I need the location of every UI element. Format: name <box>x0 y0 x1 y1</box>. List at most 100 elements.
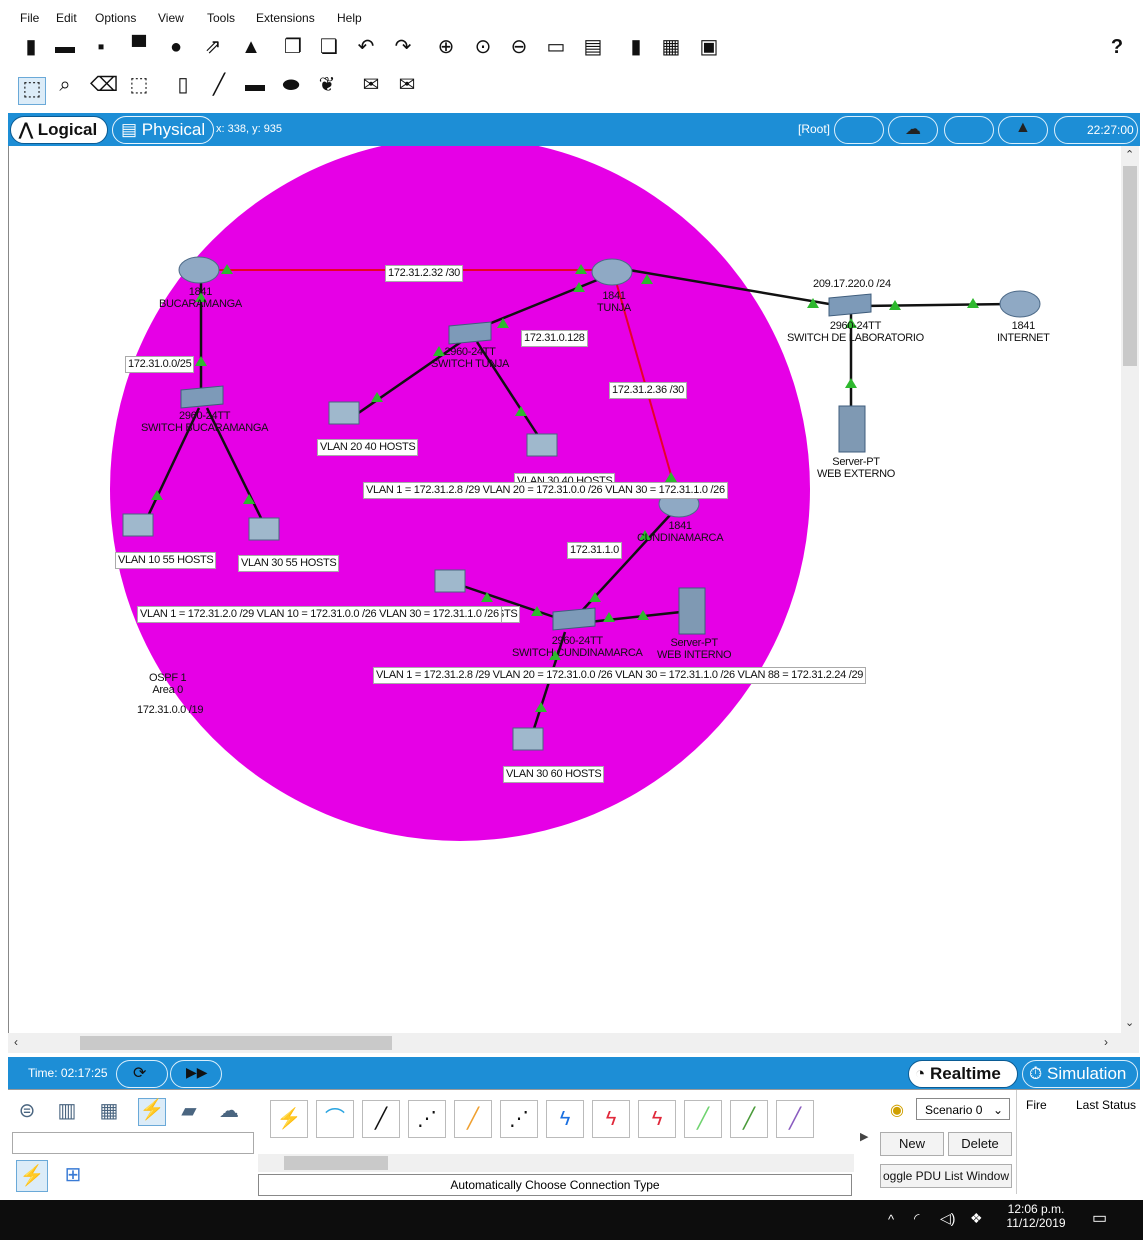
undo-icon[interactable]: ↶ <box>355 36 377 58</box>
resize-icon[interactable]: ⬚ <box>128 74 150 96</box>
delete-scenario-button[interactable]: Delete <box>948 1132 1012 1156</box>
copy-icon[interactable]: ❐ <box>282 36 304 58</box>
delete-icon[interactable]: ⌫ <box>90 74 118 96</box>
info-icon[interactable]: ● <box>165 36 187 58</box>
menu-extensions[interactable]: Extensions <box>256 11 315 25</box>
logical-workspace-canvas[interactable]: 1841 BUCARAMANGA 1841 TUNJA 1841 CUNDINA… <box>8 146 1122 1033</box>
pc-v10-buc-icon[interactable] <box>122 513 154 537</box>
server-interno-icon[interactable] <box>678 587 706 635</box>
zoom-reset-icon[interactable]: ⊙ <box>472 36 494 58</box>
switch-tunja-icon[interactable] <box>448 321 492 345</box>
switch-cundinamarca-icon[interactable] <box>552 607 596 631</box>
auto-connection-icon[interactable]: ⚡ <box>270 1100 308 1138</box>
draw-rectangle-icon[interactable]: ▬ <box>244 74 266 96</box>
connections-category-icon[interactable]: ⚡ <box>138 1098 166 1126</box>
screenshot-icon[interactable]: ▣ <box>698 36 720 58</box>
toggle-pdu-list-button[interactable]: oggle PDU List Window <box>880 1164 1012 1188</box>
pc-v30-buc-icon[interactable] <box>248 517 280 541</box>
vertical-scrollbar[interactable]: ⌃ ⌄ <box>1121 146 1139 1033</box>
zoom-out-icon[interactable]: ⊖ <box>508 36 530 58</box>
switch-laboratorio-icon[interactable] <box>828 293 872 317</box>
menu-tools[interactable]: Tools <box>207 11 235 25</box>
router-tunja-icon[interactable] <box>591 258 633 286</box>
connections-subcategory-icon[interactable]: ⚡ <box>16 1160 48 1192</box>
console-cable-icon[interactable]: ⌒ <box>316 1100 354 1138</box>
pc-v30-cun-icon[interactable] <box>512 727 544 751</box>
realtime-tab[interactable]: ◔ Realtime <box>908 1060 1018 1088</box>
draw-ellipse-icon[interactable]: ⬬ <box>280 74 302 96</box>
scroll-left-icon[interactable]: ‹ <box>14 1035 18 1049</box>
cluster-button[interactable]: ☁ <box>888 116 938 144</box>
select-icon[interactable]: ⬚ <box>18 77 46 105</box>
freeform-icon[interactable]: ❦ <box>316 74 338 96</box>
fast-forward-button[interactable]: ▶▶ <box>170 1060 222 1088</box>
scroll-down-icon[interactable]: ⌄ <box>1125 1016 1134 1029</box>
menu-file[interactable]: File <box>20 11 39 25</box>
tab-logical[interactable]: ⋀ Logical <box>10 116 108 144</box>
hubs-category-icon[interactable]: ▦ <box>98 1100 120 1122</box>
simple-pdu-icon[interactable]: ✉ <box>360 74 382 96</box>
help-icon[interactable]: ? <box>1106 36 1128 58</box>
complex-pdu-icon[interactable]: ✉ <box>396 74 418 96</box>
menu-edit[interactable]: Edit <box>56 11 77 25</box>
expand-arrow-icon[interactable]: ▶ <box>860 1130 868 1143</box>
custom-device-icon[interactable]: ▤ <box>582 36 604 58</box>
open-folder-icon[interactable]: ▬ <box>54 36 76 58</box>
save-icon[interactable]: ▪ <box>90 36 112 58</box>
simulation-tab[interactable]: ⏱ Simulation <box>1022 1060 1138 1088</box>
server-externo-icon[interactable] <box>838 405 866 453</box>
background-button[interactable]: ▲ <box>998 116 1048 144</box>
new-scenario-button[interactable]: New <box>880 1132 944 1156</box>
switches-category-icon[interactable]: ▥ <box>56 1100 78 1122</box>
drawing-palette-icon[interactable]: ▭ <box>545 36 567 58</box>
print-icon[interactable]: ▀ <box>128 36 150 58</box>
show-hidden-icons-icon[interactable]: ^ <box>888 1212 894 1227</box>
paste-icon[interactable]: ❏ <box>318 36 340 58</box>
zoom-in-icon[interactable]: ⊕ <box>435 36 457 58</box>
viewport-clock-button[interactable]: 22:27:00 <box>1054 116 1138 144</box>
category-search-field[interactable] <box>12 1132 254 1154</box>
phone-cable-icon[interactable]: ⋰ <box>500 1100 538 1138</box>
fiber-icon[interactable]: ╱ <box>454 1100 492 1138</box>
octal-cable-icon[interactable]: ╱ <box>684 1100 722 1138</box>
wifi-icon[interactable]: ◜ <box>914 1210 919 1227</box>
pc-v20-cun-icon[interactable] <box>434 569 466 593</box>
pc-v30-tun-icon[interactable] <box>526 433 558 457</box>
redo-icon[interactable]: ↷ <box>392 36 414 58</box>
vertical-scroll-thumb[interactable] <box>1123 166 1137 366</box>
network-info-icon[interactable]: ▲ <box>240 36 262 58</box>
connections-scrollbar[interactable] <box>258 1154 854 1172</box>
inspect-icon[interactable]: ⌕ <box>54 74 76 96</box>
wan-emulation-category-icon[interactable]: ☁ <box>218 1100 240 1122</box>
horizontal-scroll-thumb[interactable] <box>80 1036 392 1050</box>
place-note-icon[interactable]: ▯ <box>172 74 194 96</box>
dropbox-icon[interactable]: ❖ <box>970 1210 983 1227</box>
back-button[interactable] <box>834 116 884 144</box>
scroll-up-icon[interactable]: ⌃ <box>1125 148 1134 161</box>
scenario-select[interactable]: Scenario 0 ⌄ <box>916 1098 1010 1120</box>
serial-dte-icon[interactable]: ϟ <box>638 1100 676 1138</box>
power-cycle-button[interactable]: ⟳ <box>116 1060 168 1088</box>
activity-wizard-icon[interactable]: ⇗ <box>202 36 224 58</box>
crossover-icon[interactable]: ⋰ <box>408 1100 446 1138</box>
root-label[interactable]: [Root] <box>798 122 830 136</box>
routers-category-icon[interactable]: ⊜ <box>16 1100 38 1122</box>
end-devices-category-icon[interactable]: ▰ <box>178 1100 200 1122</box>
router-internet-icon[interactable] <box>999 290 1041 318</box>
new-file-icon[interactable]: ▮ <box>20 36 42 58</box>
serial-dce-icon[interactable]: ϟ <box>592 1100 630 1138</box>
volume-icon[interactable]: ◁) <box>940 1210 955 1227</box>
taskbar-clock[interactable]: 12:06 p.m. 11/12/2019 <box>1000 1202 1072 1230</box>
tab-physical[interactable]: ▤ Physical <box>112 116 214 144</box>
horizontal-scrollbar[interactable]: ‹ › <box>8 1033 1139 1053</box>
usb-cable-icon[interactable]: ╱ <box>776 1100 814 1138</box>
router-bucaramanga-icon[interactable] <box>178 256 220 284</box>
connections-scroll-thumb[interactable] <box>284 1156 388 1170</box>
iot-cable-icon[interactable]: ╱ <box>730 1100 768 1138</box>
move-object-button[interactable] <box>944 116 994 144</box>
menu-options[interactable]: Options <box>95 11 136 25</box>
device-template-icon[interactable]: ▦ <box>660 36 682 58</box>
scroll-right-icon[interactable]: › <box>1104 1035 1108 1049</box>
notifications-icon[interactable]: ▭ <box>1092 1208 1107 1228</box>
menu-view[interactable]: View <box>158 11 184 25</box>
